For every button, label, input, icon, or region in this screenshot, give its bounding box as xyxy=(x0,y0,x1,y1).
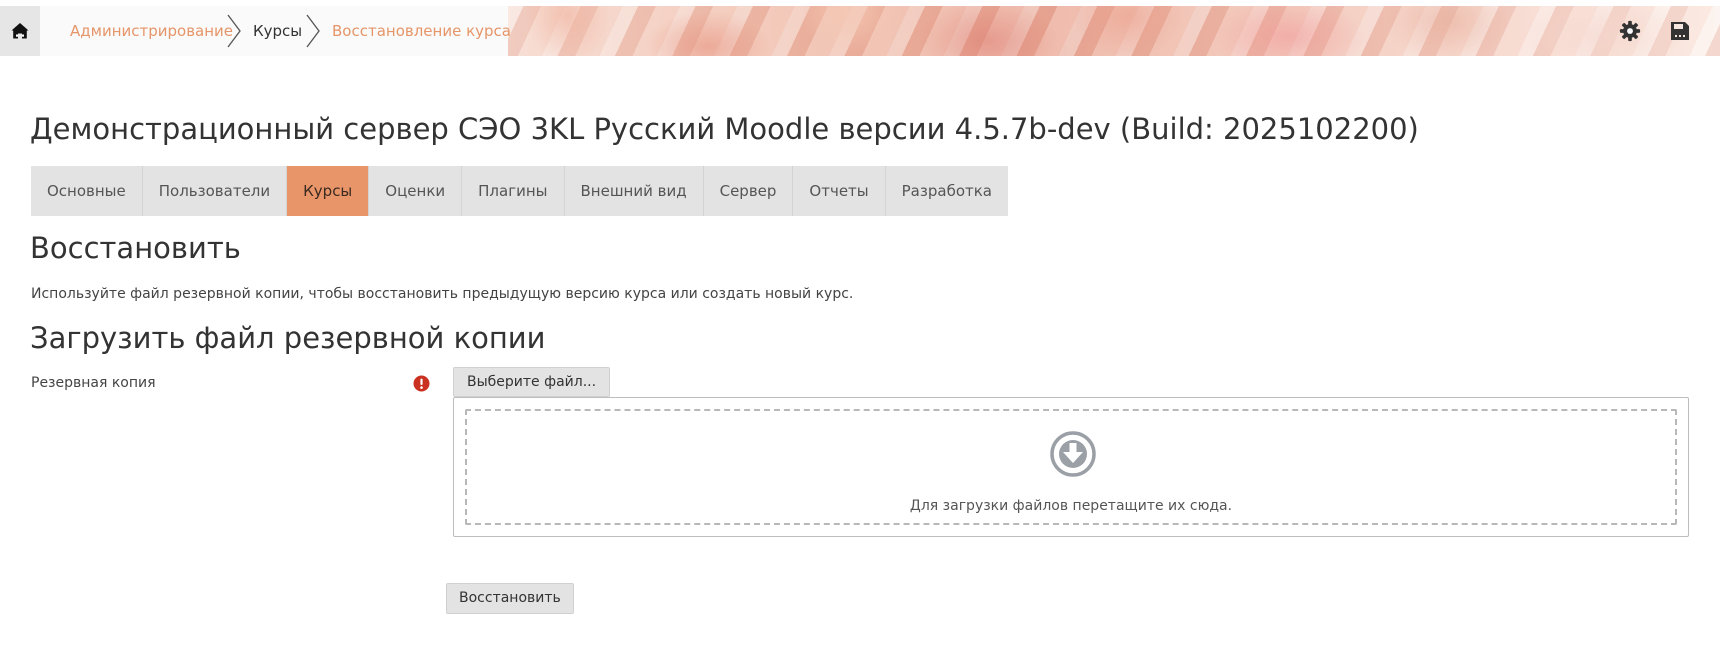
restore-button[interactable]: Восстановить xyxy=(446,583,574,614)
restore-heading: Восстановить xyxy=(30,231,241,265)
tab-grades[interactable]: Оценки xyxy=(369,166,463,216)
breadcrumb-separator-icon xyxy=(306,14,320,48)
top-navbar: Администрирование Курсы Восстановление к… xyxy=(0,6,1720,56)
tab-plugins[interactable]: Плагины xyxy=(462,166,565,216)
tab-server[interactable]: Сервер xyxy=(703,166,794,216)
home-button[interactable] xyxy=(0,6,40,56)
page-title: Демонстрационный сервер СЭО 3KL Русский … xyxy=(30,112,1419,146)
tab-reports[interactable]: Отчеты xyxy=(793,166,886,216)
choose-file-button[interactable]: Выберите файл... xyxy=(453,367,611,397)
file-manager: Для загрузки файлов перетащите их сюда. xyxy=(453,397,1689,537)
tab-development[interactable]: Разработка xyxy=(885,166,1008,216)
tab-courses[interactable]: Курсы xyxy=(287,166,370,216)
tab-users[interactable]: Пользователи xyxy=(142,166,288,216)
upload-heading: Загрузить файл резервной копии xyxy=(30,321,546,355)
breadcrumb-separator-icon xyxy=(227,14,241,48)
gear-icon xyxy=(1619,20,1641,42)
file-dropzone[interactable]: Для загрузки файлов перетащите их сюда. xyxy=(465,409,1677,525)
tab-general[interactable]: Основные xyxy=(31,166,143,216)
backup-file-label: Резервная копия xyxy=(31,375,156,391)
restore-description: Используйте файл резервной копии, чтобы … xyxy=(31,286,854,302)
breadcrumb-courses[interactable]: Курсы xyxy=(253,6,302,56)
home-icon xyxy=(11,23,29,39)
save-button[interactable] xyxy=(1668,19,1692,43)
navbar-decorative-image xyxy=(508,6,1720,56)
admin-tabs: Основные Пользователи Курсы Оценки Плаги… xyxy=(31,166,1008,216)
breadcrumb-admin[interactable]: Администрирование xyxy=(70,6,233,56)
tab-appearance[interactable]: Внешний вид xyxy=(564,166,704,216)
settings-button[interactable] xyxy=(1618,19,1642,43)
floppy-icon xyxy=(1671,22,1689,40)
required-icon xyxy=(413,375,430,392)
dropzone-text: Для загрузки файлов перетащите их сюда. xyxy=(909,498,1233,514)
breadcrumb-restore-course[interactable]: Восстановление курса xyxy=(332,6,511,56)
download-arrow-icon xyxy=(1050,431,1096,477)
